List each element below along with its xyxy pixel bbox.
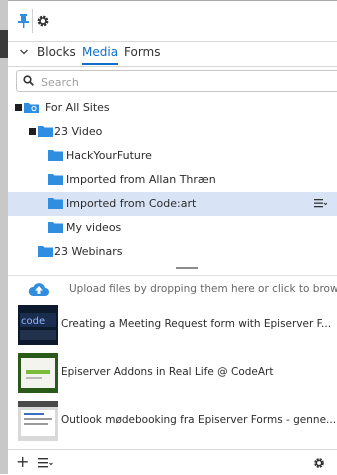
media-title: Outlook mødebooking fra Episerver Forms … — [61, 414, 337, 426]
search-input[interactable] — [39, 73, 283, 91]
folder-icon — [38, 126, 53, 137]
splitter-handle[interactable] — [0, 30, 8, 58]
upload-hint: Upload files by dropping them here or cl… — [69, 283, 337, 295]
tree-node-label: Imported from Allan Thræn — [66, 173, 216, 186]
tree-node-23-video[interactable]: 23 Video — [8, 120, 337, 144]
tree-node-label: My videos — [66, 221, 122, 234]
add-button[interactable]: + — [16, 454, 29, 470]
chevron-down-icon[interactable] — [19, 47, 29, 57]
svg-text:code: code — [21, 316, 45, 327]
tab-bar: Blocks Media Forms — [8, 40, 337, 67]
folder-icon — [48, 174, 63, 185]
media-thumbnail — [18, 401, 58, 441]
media-title: Episerver Addons in Real Life @ CodeArt — [61, 366, 274, 378]
tree-node-allan[interactable]: Imported from Allan Thræn — [8, 168, 337, 192]
toolbar-divider — [32, 9, 33, 33]
search-icon — [23, 75, 34, 86]
tree-node-23-webinars[interactable]: 23 Webinars — [8, 240, 337, 264]
collapse-toggle[interactable] — [29, 128, 36, 135]
collapse-toggle[interactable] — [15, 104, 22, 111]
cloud-upload-icon — [28, 283, 49, 296]
assets-panel: Blocks Media Forms For All Sites 23 Vide… — [8, 0, 337, 475]
media-item[interactable]: code Creating a Meeting Request form wit… — [8, 302, 337, 350]
media-title: Creating a Meeting Request form with Epi… — [61, 318, 332, 330]
tree-node-label: 23 Webinars — [54, 245, 123, 258]
bottom-toolbar: + — [8, 449, 337, 475]
folder-icon — [48, 150, 63, 161]
tree-node-label: HackYourFuture — [66, 149, 152, 162]
left-splitter[interactable] — [0, 0, 8, 474]
folder-icon — [48, 198, 63, 209]
gear-icon[interactable] — [36, 14, 50, 28]
tree-node-hackyourfuture[interactable]: HackYourFuture — [8, 144, 337, 168]
panel-toolbar — [8, 0, 337, 42]
tree-node-root[interactable]: For All Sites — [8, 96, 337, 120]
tree-node-label: Imported from Code:art — [66, 197, 197, 210]
pin-icon[interactable] — [18, 14, 29, 28]
folder-globe-icon — [24, 103, 39, 113]
folder-icon — [48, 222, 63, 233]
tree-node-my-videos[interactable]: My videos — [8, 216, 337, 240]
context-menu-icon[interactable] — [314, 198, 327, 209]
tab-media[interactable]: Media — [82, 44, 119, 65]
tree-node-label: 23 Video — [54, 125, 103, 138]
list-menu-icon[interactable] — [38, 457, 54, 468]
gear-icon[interactable] — [313, 457, 325, 469]
upload-dropzone[interactable]: Upload files by dropping them here or cl… — [8, 275, 337, 302]
media-thumbnail: code — [18, 305, 58, 345]
media-item[interactable]: Outlook mødebooking fra Episerver Forms … — [8, 398, 337, 446]
media-thumbnail — [18, 353, 58, 393]
media-item[interactable]: Episerver Addons in Real Life @ CodeArt — [8, 350, 337, 398]
tree-node-label: For All Sites — [45, 101, 110, 114]
tab-blocks[interactable]: Blocks — [37, 44, 76, 63]
tree-node-codeart[interactable]: Imported from Code:art — [8, 192, 337, 216]
tab-forms[interactable]: Forms — [124, 44, 160, 63]
folder-icon — [38, 246, 53, 257]
search-box — [16, 70, 337, 92]
pane-resize-handle[interactable] — [176, 267, 198, 269]
